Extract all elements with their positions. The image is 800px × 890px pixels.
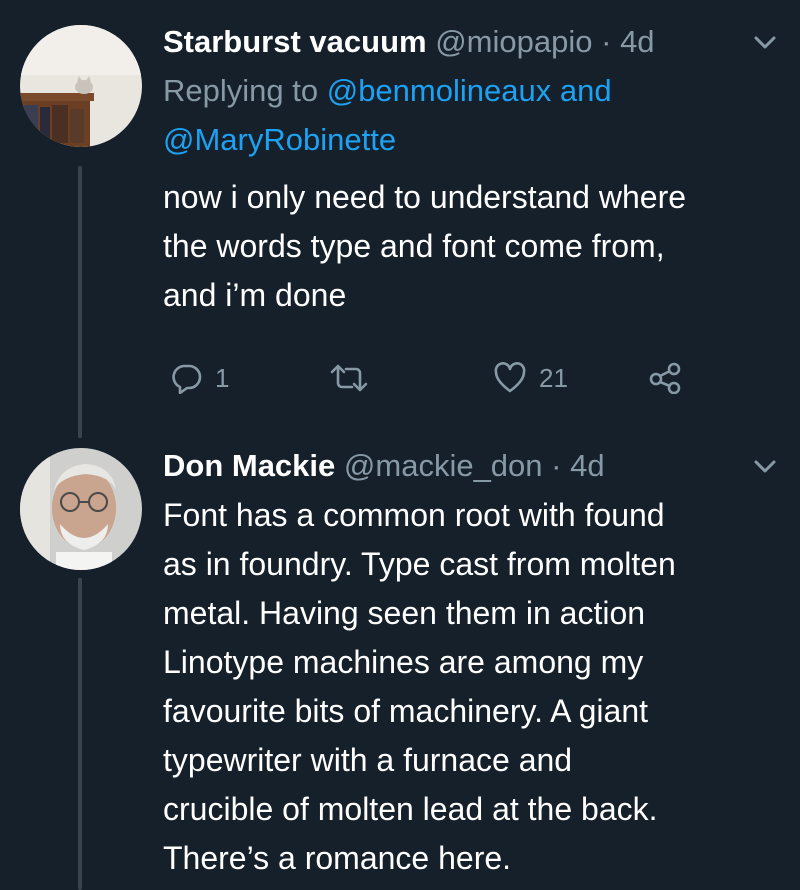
tweet-text-line: crucible of molten lead at the back. [163,791,658,827]
cat-avatar-image [20,25,142,147]
like-icon [494,362,526,393]
tweet-text-line: the words type and font come from, [163,228,665,264]
tweet-text-line: There’s a romance here. [163,840,512,876]
thread-line-lower [78,578,82,890]
share-button[interactable] [648,356,682,400]
tweet-header: Don Mackie @mackie_don · 4d [163,446,605,486]
tweet-timestamp[interactable]: 4d [570,448,604,483]
avatar[interactable] [20,25,142,147]
separator-dot: · [601,24,612,59]
replying-to: Replying to @benmolineaux and [163,67,612,115]
mention-link[interactable]: @MaryRobinette [163,122,396,157]
tweet-text-line: and i’m done [163,277,347,313]
tweet-text-line: as in foundry. Type cast from molten [163,546,676,582]
reply-icon [172,364,202,394]
retweet-icon [330,364,368,392]
tweet-text: now i only need to understand where the … [163,173,783,320]
reply-button[interactable]: 1 [171,356,229,400]
avatar[interactable] [20,448,142,570]
tweet-header: Starburst vacuum @miopapio · 4d [163,22,655,62]
replying-to-label: Replying to [163,73,319,108]
replying-and[interactable]: and [560,73,612,108]
tweet-text-line: now i only need to understand where [163,179,687,215]
share-icon [649,362,681,394]
tweet-timestamp[interactable]: 4d [620,24,654,59]
user-handle[interactable]: @mackie_don [344,448,543,483]
reply-count: 1 [215,362,230,393]
display-name[interactable]: Starburst vacuum [163,24,427,59]
man-avatar-image [20,448,142,570]
tweet-text-line: favourite bits of machinery. A giant [163,693,648,729]
chevron-down-icon[interactable] [752,456,778,481]
chevron-down-icon[interactable] [752,32,778,57]
thread-line-upper [78,166,82,438]
tweet-text: Font has a common root with found as in … [163,491,783,883]
tweet-text-line: typewriter with a furnace and [163,742,573,778]
mention-link[interactable]: @benmolineaux [327,73,552,108]
like-count: 21 [539,362,568,393]
tweet-text-line: metal. Having seen them in action [163,595,646,631]
tweet-actions: 1 21 [163,356,703,400]
replying-to-line-2: @MaryRobinette [163,116,396,164]
display-name[interactable]: Don Mackie [163,448,335,483]
retweet-button[interactable] [329,356,369,400]
separator-dot: · [551,448,562,483]
tweet-text-line: Font has a common root with found [163,497,665,533]
user-handle[interactable]: @miopapio [435,24,592,59]
like-button[interactable]: 21 [493,356,568,400]
tweet-text-line: Linotype machines are among my [163,644,644,680]
